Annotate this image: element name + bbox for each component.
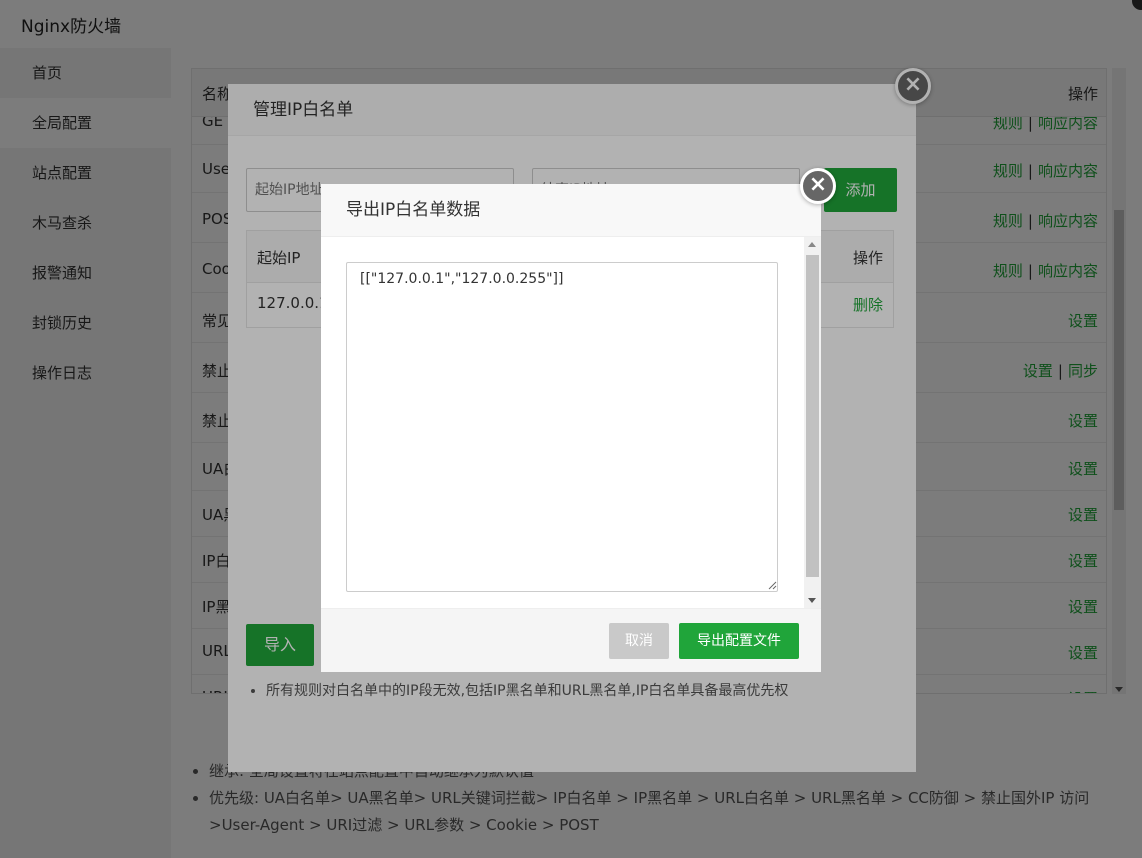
scroll-up-icon[interactable] xyxy=(808,242,816,247)
scroll-down-icon[interactable] xyxy=(808,598,816,603)
dialog-footer: 取消 导出配置文件 xyxy=(321,608,821,672)
export-config-button[interactable]: 导出配置文件 xyxy=(679,623,799,659)
scrollbar-thumb[interactable] xyxy=(806,255,819,577)
export-whitelist-dialog: 导出IP白名单数据 [["127.0.0.1","127.0.0.255"]] … xyxy=(321,184,821,672)
cancel-button[interactable]: 取消 xyxy=(609,623,669,659)
resize-grip-icon[interactable] xyxy=(767,580,777,590)
dialog-scrollbar[interactable] xyxy=(804,237,821,608)
dialog-title: 导出IP白名单数据 xyxy=(321,184,821,237)
close-icon[interactable]: × xyxy=(800,168,836,204)
export-data-textarea[interactable]: [["127.0.0.1","127.0.0.255"]] xyxy=(346,262,778,592)
